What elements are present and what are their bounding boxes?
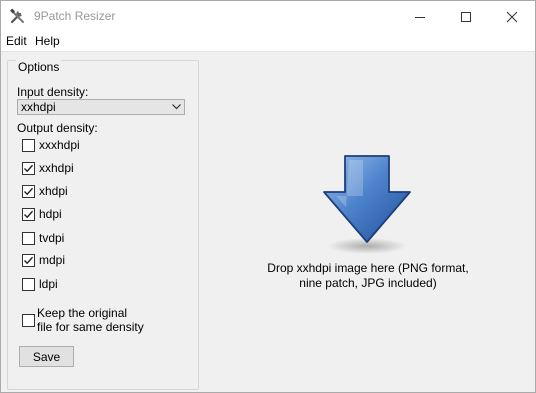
drop-zone[interactable]: Drop xxhdpi image here (PNG format, nine… [201,52,535,392]
input-density-label: Input density: [17,85,89,99]
window-title: 9Patch Resizer [34,9,116,23]
checkbox-label: xxxhdpi [39,138,80,152]
maximize-button[interactable] [443,1,489,32]
drop-instructions-line2: nine patch, JPG included) [299,276,437,290]
maximize-icon [461,11,471,22]
checkbox-box[interactable] [22,232,35,245]
main-content: Options Input density: xxhdpi Output den… [1,52,535,392]
minimize-button[interactable] [397,1,443,32]
title-bar[interactable]: 9Patch Resizer [1,1,535,32]
checkbox-box[interactable] [22,254,35,267]
close-button[interactable] [489,1,535,32]
output-density-label: Output density: [17,121,98,135]
input-density-select[interactable]: xxhdpi [17,99,185,115]
save-button[interactable]: Save [19,346,74,367]
menu-help[interactable]: Help [35,34,60,48]
menu-bar: Edit Help [1,32,535,52]
checkmark-icon [24,164,33,173]
input-density-value: xxhdpi [21,100,56,114]
keep-original-label-line1: Keep the original [37,306,128,320]
checkbox-label: hdpi [39,207,62,221]
checkbox-box[interactable] [22,314,35,327]
checkbox-label: tvdpi [39,231,65,245]
checkbox-box[interactable] [22,278,35,291]
options-group-title: Options [16,60,62,74]
checkmark-icon [24,256,33,265]
checkbox-box[interactable] [22,185,35,198]
checkbox-label: xhdpi [39,184,68,198]
drop-instructions-line1: Drop xxhdpi image here (PNG format, [267,261,469,275]
menu-edit[interactable]: Edit [6,34,27,48]
drop-instructions: Drop xxhdpi image here (PNG format, nine… [241,261,495,291]
checkbox-box[interactable] [22,139,35,152]
keep-original-label-line2: file for same density [37,320,144,334]
checkbox-box[interactable] [22,162,35,175]
checkbox-label: ldpi [39,277,58,291]
checkbox-label: xxhdpi [39,161,74,175]
checkbox-box[interactable] [22,208,35,221]
checkbox-label: mdpi [39,253,66,267]
close-icon [506,11,518,22]
checkmark-icon [24,210,33,219]
down-arrow-icon [323,155,411,254]
minimize-icon [415,16,425,18]
tools-icon [9,8,26,25]
app-window: 9Patch Resizer Edit Help Options Input d… [0,0,536,393]
chevron-down-icon [172,104,181,110]
checkmark-icon [24,187,33,196]
